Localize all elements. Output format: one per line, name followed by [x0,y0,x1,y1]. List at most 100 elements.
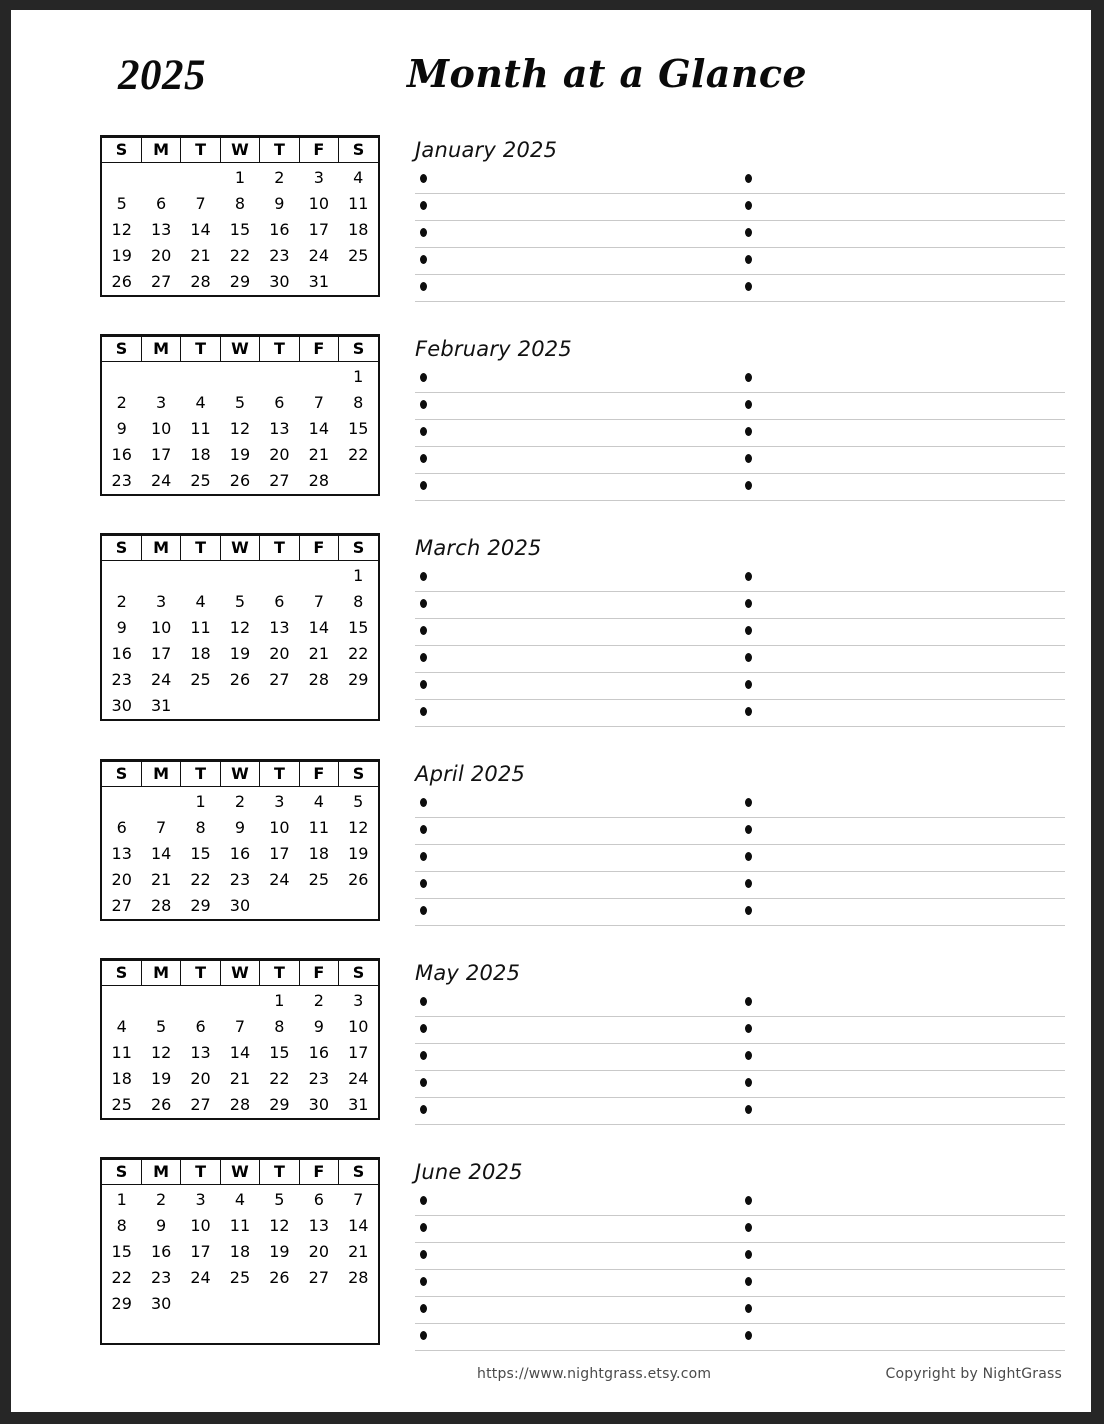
day-cell[interactable]: 24 [141,667,180,693]
note-entry-field[interactable] [740,447,1065,473]
day-cell[interactable]: 7 [339,1185,378,1214]
day-cell[interactable]: 18 [339,217,378,243]
day-cell[interactable]: 7 [141,815,180,841]
day-cell[interactable]: 4 [299,787,338,816]
day-cell[interactable]: 22 [220,243,259,269]
note-entry-field[interactable] [415,275,740,301]
day-cell[interactable]: 27 [299,1265,338,1291]
day-cell[interactable]: 8 [339,589,378,615]
day-cell[interactable]: 23 [102,667,141,693]
note-entry-field[interactable] [415,619,740,645]
note-entry-field[interactable] [415,393,740,419]
day-cell[interactable]: 8 [220,191,259,217]
note-entry-field[interactable] [740,167,1065,193]
day-cell[interactable]: 20 [181,1066,220,1092]
day-cell[interactable]: 17 [299,217,338,243]
day-cell[interactable]: 19 [260,1239,299,1265]
note-entry-field[interactable] [740,1017,1065,1043]
day-cell[interactable]: 21 [299,442,338,468]
day-cell[interactable]: 11 [102,1040,141,1066]
day-cell[interactable]: 6 [260,390,299,416]
note-entry-field[interactable] [740,420,1065,446]
note-entry-field[interactable] [740,673,1065,699]
day-cell[interactable]: 18 [299,841,338,867]
day-cell[interactable]: 27 [102,893,141,919]
day-cell[interactable]: 10 [181,1213,220,1239]
day-cell[interactable]: 21 [220,1066,259,1092]
note-entry-field[interactable] [740,899,1065,925]
day-cell[interactable]: 5 [339,787,378,816]
day-cell[interactable]: 16 [141,1239,180,1265]
day-cell[interactable]: 25 [181,468,220,494]
day-cell[interactable]: 9 [220,815,259,841]
day-cell[interactable]: 3 [141,589,180,615]
day-cell[interactable]: 20 [102,867,141,893]
day-cell[interactable]: 27 [141,269,180,295]
note-entry-field[interactable] [415,1270,740,1296]
day-cell[interactable]: 11 [339,191,378,217]
day-cell[interactable]: 25 [220,1265,259,1291]
day-cell[interactable]: 16 [102,641,141,667]
note-entry-field[interactable] [740,1189,1065,1215]
day-cell[interactable]: 1 [220,163,259,192]
day-cell[interactable]: 16 [299,1040,338,1066]
day-cell[interactable]: 25 [181,667,220,693]
day-cell[interactable]: 15 [339,416,378,442]
note-entry-field[interactable] [740,194,1065,220]
day-cell[interactable]: 27 [260,667,299,693]
note-entry-field[interactable] [415,899,740,925]
note-entry-field[interactable] [740,845,1065,871]
note-entry-field[interactable] [415,1071,740,1097]
day-cell[interactable]: 13 [141,217,180,243]
day-cell[interactable]: 21 [299,641,338,667]
note-entry-field[interactable] [740,565,1065,591]
day-cell[interactable]: 19 [141,1066,180,1092]
day-cell[interactable]: 14 [299,416,338,442]
note-entry-field[interactable] [740,872,1065,898]
day-cell[interactable]: 30 [220,893,259,919]
day-cell[interactable]: 28 [299,667,338,693]
day-cell[interactable]: 3 [141,390,180,416]
day-cell[interactable]: 17 [260,841,299,867]
day-cell[interactable]: 18 [102,1066,141,1092]
day-cell[interactable]: 31 [339,1092,378,1118]
day-cell[interactable]: 26 [220,667,259,693]
note-entry-field[interactable] [415,248,740,274]
note-entry-field[interactable] [740,646,1065,672]
day-cell[interactable]: 20 [260,641,299,667]
day-cell[interactable]: 8 [102,1213,141,1239]
note-entry-field[interactable] [740,393,1065,419]
day-cell[interactable]: 9 [102,615,141,641]
note-entry-field[interactable] [415,673,740,699]
day-cell[interactable]: 30 [299,1092,338,1118]
day-cell[interactable]: 5 [260,1185,299,1214]
note-entry-field[interactable] [415,194,740,220]
day-cell[interactable]: 7 [220,1014,259,1040]
day-cell[interactable]: 26 [339,867,378,893]
day-cell[interactable]: 13 [260,615,299,641]
day-cell[interactable]: 1 [181,787,220,816]
day-cell[interactable]: 20 [260,442,299,468]
day-cell[interactable]: 15 [220,217,259,243]
day-cell[interactable]: 24 [141,468,180,494]
day-cell[interactable]: 13 [299,1213,338,1239]
day-cell[interactable]: 20 [299,1239,338,1265]
day-cell[interactable]: 23 [260,243,299,269]
day-cell[interactable]: 9 [299,1014,338,1040]
day-cell[interactable]: 22 [260,1066,299,1092]
note-entry-field[interactable] [415,1098,740,1124]
day-cell[interactable]: 1 [102,1185,141,1214]
day-cell[interactable]: 11 [299,815,338,841]
day-cell[interactable]: 2 [141,1185,180,1214]
day-cell[interactable]: 16 [220,841,259,867]
day-cell[interactable]: 19 [220,442,259,468]
day-cell[interactable]: 2 [299,986,338,1015]
note-entry-field[interactable] [740,1071,1065,1097]
day-cell[interactable]: 22 [339,442,378,468]
day-cell[interactable]: 14 [339,1213,378,1239]
note-entry-field[interactable] [415,845,740,871]
day-cell[interactable]: 10 [141,615,180,641]
note-entry-field[interactable] [740,1243,1065,1269]
note-entry-field[interactable] [415,791,740,817]
day-cell[interactable]: 18 [181,442,220,468]
